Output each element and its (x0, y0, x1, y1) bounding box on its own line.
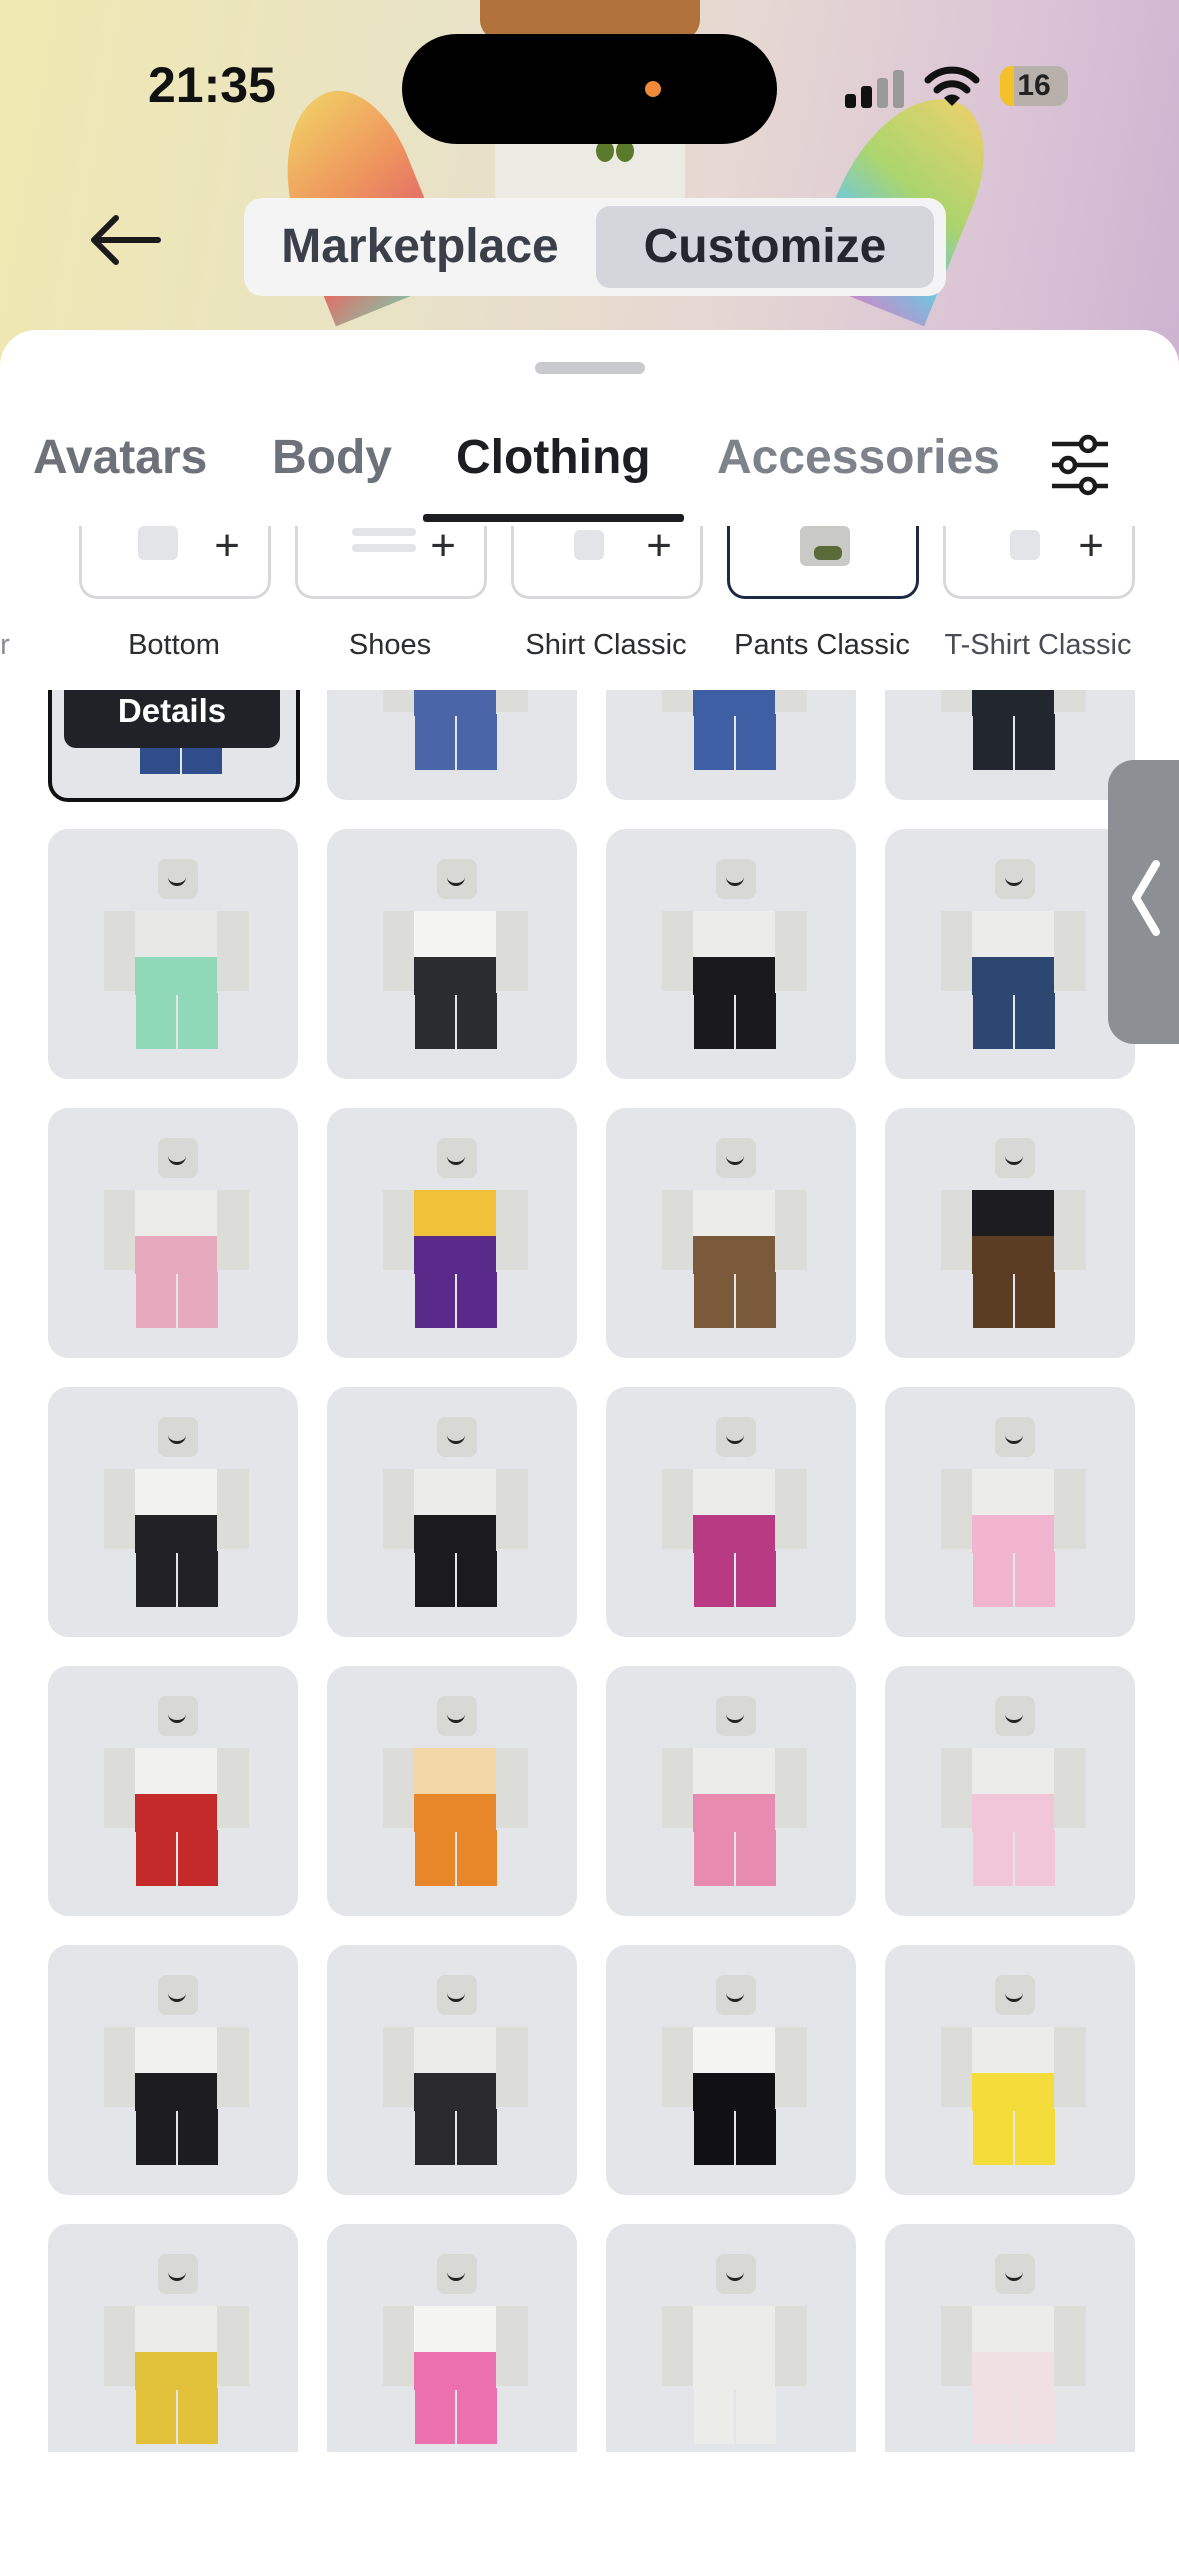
active-tab-indicator (423, 514, 684, 522)
chevron-left-icon (1132, 860, 1160, 936)
clothing-item[interactable] (885, 1108, 1135, 1358)
sheet-grabber[interactable] (535, 362, 645, 374)
subcategory-thumb: + (295, 526, 487, 599)
avatar-thumbnail (327, 829, 577, 1079)
subcategory-thumb: + (511, 526, 703, 599)
avatar-thumbnail (327, 1666, 577, 1916)
clothing-item[interactable] (327, 1387, 577, 1637)
avatar-thumbnail (885, 829, 1135, 1079)
avatar-thumbnail (606, 1108, 856, 1358)
details-button[interactable]: Details (64, 690, 280, 748)
mode-segmented-control: Marketplace Customize (244, 198, 946, 296)
avatar-thumbnail (885, 690, 1135, 800)
clothing-item[interactable] (606, 1945, 856, 2195)
clothing-item[interactable] (606, 2224, 856, 2452)
clothing-grid: Details (0, 690, 1179, 2452)
avatar-thumbnail (606, 2224, 856, 2452)
cellular-signal-icon (845, 68, 907, 108)
avatar-thumbnail (327, 2224, 577, 2452)
clothing-item[interactable] (327, 1666, 577, 1916)
add-icon: + (646, 526, 672, 570)
dynamic-island (402, 34, 777, 144)
avatar-thumbnail (885, 1387, 1135, 1637)
subcategory-label: Shirt Classic (525, 629, 687, 661)
avatar-thumbnail (48, 1387, 298, 1637)
avatar-thumbnail (606, 1387, 856, 1637)
status-bar: 21:35 16 (0, 0, 1179, 170)
wifi-icon (924, 64, 980, 108)
subcategory-label: T-Shirt Classic (944, 629, 1132, 661)
clothing-item[interactable] (48, 1387, 298, 1637)
marketplace-tab[interactable]: Marketplace (260, 206, 580, 288)
category-tabs: Avatars Body Clothing Accessories (0, 430, 1179, 526)
clothing-item[interactable] (327, 1945, 577, 2195)
clothing-item[interactable] (48, 2224, 298, 2452)
avatar-thumbnail (885, 1666, 1135, 1916)
battery-level: 16 (1017, 69, 1051, 102)
avatar-thumbnail (606, 690, 856, 800)
customize-tab[interactable]: Customize (596, 206, 934, 288)
avatar-thumbnail (885, 1945, 1135, 2195)
avatar-thumbnail (48, 1666, 298, 1916)
clothing-item[interactable] (885, 2224, 1135, 2452)
tab-avatars[interactable]: Avatars (33, 430, 207, 485)
clothing-item[interactable] (885, 1666, 1135, 1916)
clothing-item[interactable] (885, 690, 1135, 800)
avatar-thumbnail (327, 1387, 577, 1637)
avatar-thumbnail (327, 690, 577, 800)
clothing-item[interactable] (885, 1387, 1135, 1637)
avatar-thumbnail (606, 829, 856, 1079)
side-drawer-handle[interactable] (1108, 760, 1179, 1044)
subcategory-label: Shoes (348, 629, 432, 661)
add-icon: + (214, 526, 240, 570)
add-icon: + (430, 526, 456, 570)
back-arrow-icon[interactable] (88, 210, 164, 270)
battery-icon: 16 (1000, 66, 1068, 106)
clothing-item[interactable] (48, 1666, 298, 1916)
avatar-thumbnail (48, 1108, 298, 1358)
status-time: 21:35 (148, 57, 276, 113)
clothing-item[interactable] (327, 1108, 577, 1358)
subcategory-row: ar + Bottom + Shoes + Shirt Classic (0, 526, 1179, 706)
clothing-item[interactable] (48, 829, 298, 1079)
avatar-thumbnail (885, 2224, 1135, 2452)
tab-clothing[interactable]: Clothing (456, 430, 651, 485)
clothing-item[interactable] (606, 1387, 856, 1637)
avatar-thumbnail (885, 1108, 1135, 1358)
clothing-item[interactable] (48, 1108, 298, 1358)
subcategory-label: ar (0, 629, 10, 661)
clothing-item[interactable] (606, 1108, 856, 1358)
clothing-item[interactable] (48, 1945, 298, 2195)
subcategory-label: Pants Classic (734, 629, 910, 661)
subcategory-thumb: + (943, 526, 1135, 599)
clothing-item[interactable] (606, 1666, 856, 1916)
avatar-thumbnail (48, 1945, 298, 2195)
avatar-thumbnail (606, 1945, 856, 2195)
clothing-item[interactable] (327, 2224, 577, 2452)
avatar-thumbnail (327, 1108, 577, 1358)
avatar-thumbnail (327, 1945, 577, 2195)
clothing-item[interactable]: Details (48, 690, 300, 802)
subcategory-thumb (727, 526, 919, 599)
subcategory-label: Bottom (128, 629, 220, 661)
clothing-item[interactable] (606, 690, 856, 800)
subcategory-thumb: + (79, 526, 271, 599)
avatar-thumbnail (48, 2224, 298, 2452)
clothing-item[interactable] (606, 829, 856, 1079)
avatar-thumbnail (48, 829, 298, 1079)
filter-sliders-icon[interactable] (1048, 434, 1112, 496)
clothing-item[interactable] (885, 829, 1135, 1079)
clothing-item[interactable] (885, 1945, 1135, 2195)
avatar-thumbnail (606, 1666, 856, 1916)
add-icon: + (1078, 526, 1104, 570)
clothing-item[interactable] (327, 690, 577, 800)
clothing-item[interactable] (327, 829, 577, 1079)
tab-body[interactable]: Body (272, 430, 392, 485)
tab-accessories[interactable]: Accessories (717, 430, 1000, 485)
